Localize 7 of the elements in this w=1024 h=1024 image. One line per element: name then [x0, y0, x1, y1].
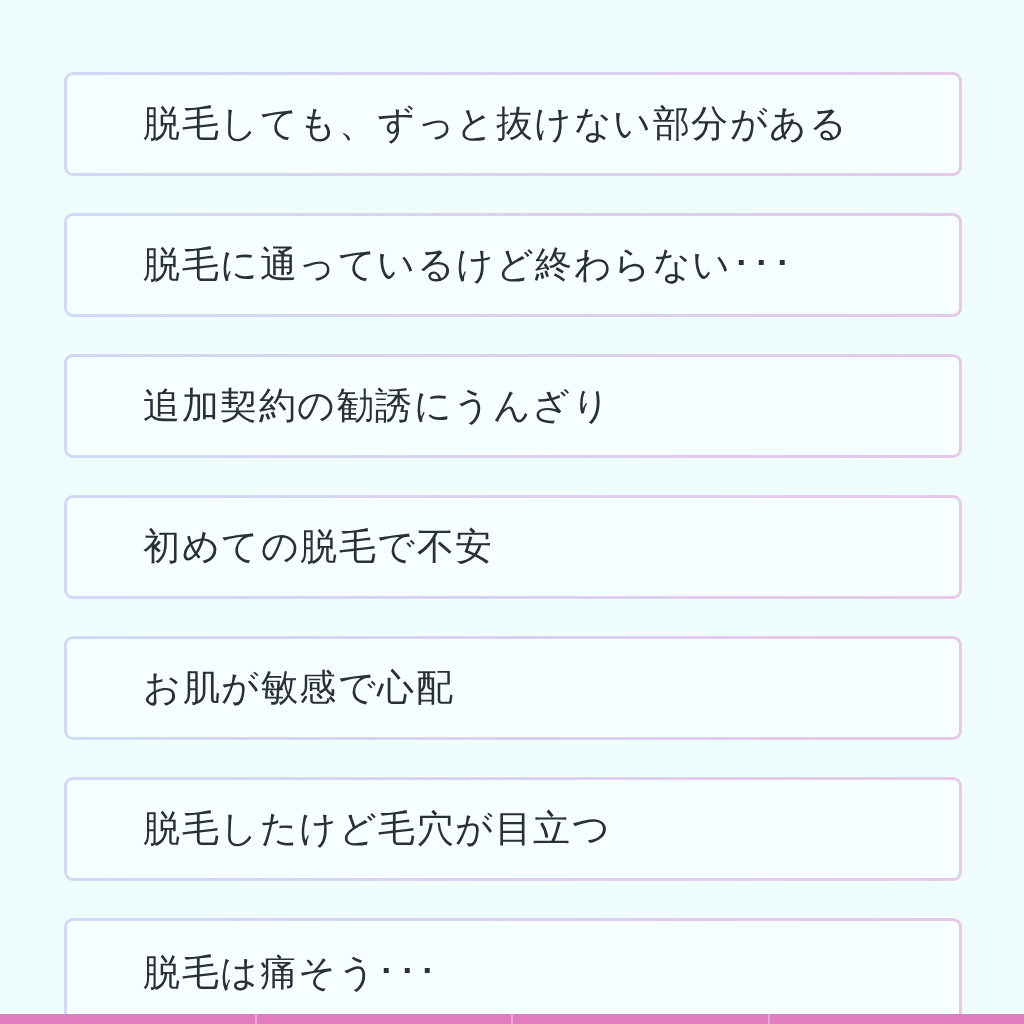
- option-button[interactable]: 脱毛しても、ずっと抜けない部分がある: [64, 72, 962, 176]
- option-button[interactable]: 追加契約の勧誘にうんざり: [64, 354, 962, 458]
- option-button[interactable]: 脱毛は痛そう･･･: [64, 918, 962, 1014]
- option-button[interactable]: 脱毛したけど毛穴が目立つ: [64, 777, 962, 881]
- option-button[interactable]: 脱毛に通っているけど終わらない･･･: [64, 213, 962, 317]
- option-button[interactable]: お肌が敏感で心配: [64, 636, 962, 740]
- option-button[interactable]: 初めての脱毛で不安: [64, 495, 962, 599]
